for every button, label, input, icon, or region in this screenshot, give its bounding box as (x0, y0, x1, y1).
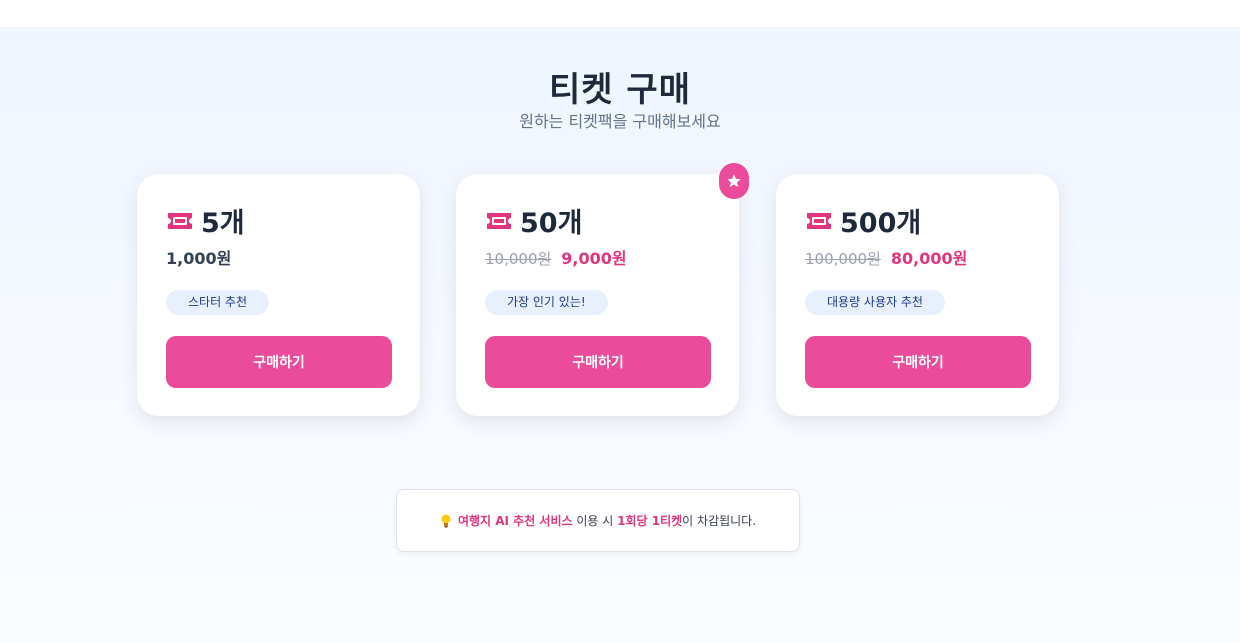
price-row: 10,000원 9,000원 (485, 245, 627, 269)
ticket-count: 500개 (840, 208, 922, 239)
lightbulb-icon (441, 514, 451, 527)
ticket-icon (807, 212, 831, 229)
page-title: 티켓 구매 (549, 70, 691, 110)
page-subtitle: 원하는 티켓팩을 구매해보세요 (519, 112, 721, 131)
buy-button[interactable]: 구매하기 (166, 336, 392, 388)
card-header: 500개 (805, 201, 921, 240)
card-header: 50개 (485, 201, 582, 240)
recommend-tag: 대용량 사용자 추천 (805, 290, 945, 315)
price-row: 1,000원 (166, 245, 231, 269)
popular-badge (719, 163, 749, 199)
ticket-usage-notice: 여행지 AI 추천 서비스 이용 시 1회당 1티켓 이 차감됩니다. (396, 489, 800, 552)
ticket-count: 5개 (201, 208, 245, 239)
star-icon (727, 174, 741, 187)
top-bar (0, 0, 1240, 27)
recommend-tag: 스타터 추천 (166, 290, 270, 315)
ticket-count: 50개 (520, 208, 583, 239)
notice-end: 이 차감됩니다. (682, 514, 757, 528)
original-price: 100,000원 (805, 250, 881, 268)
discount-price: 9,000원 (561, 249, 627, 268)
ticket-icon (168, 212, 192, 229)
price-row: 100,000원 80,000원 (805, 245, 967, 269)
discount-price: 80,000원 (890, 249, 968, 268)
recommend-tag: 가장 인기 있는! (485, 290, 608, 315)
card-header: 5개 (166, 201, 245, 240)
ticket-card-50: 50개 10,000원 9,000원 가장 인기 있는! 구매하기 (456, 163, 749, 416)
original-price: 10,000원 (485, 250, 552, 268)
buy-button[interactable]: 구매하기 (485, 336, 711, 388)
notice-mid: 이용 시 (572, 514, 618, 528)
ticket-purchase-page: 티켓 구매 원하는 티켓팩을 구매해보세요 5개 1,000원 스타터 추천 구… (0, 27, 1240, 643)
notice-service: 여행지 AI 추천 서비스 (457, 514, 573, 528)
ticket-card-5: 5개 1,000원 스타터 추천 구매하기 (137, 174, 420, 416)
ticket-card-500: 500개 100,000원 80,000원 대용량 사용자 추천 구매하기 (776, 174, 1059, 416)
notice-cost: 1회당 1티켓 (617, 514, 683, 528)
ticket-icon (487, 212, 511, 229)
price: 1,000원 (166, 249, 232, 268)
buy-button[interactable]: 구매하기 (805, 336, 1031, 388)
